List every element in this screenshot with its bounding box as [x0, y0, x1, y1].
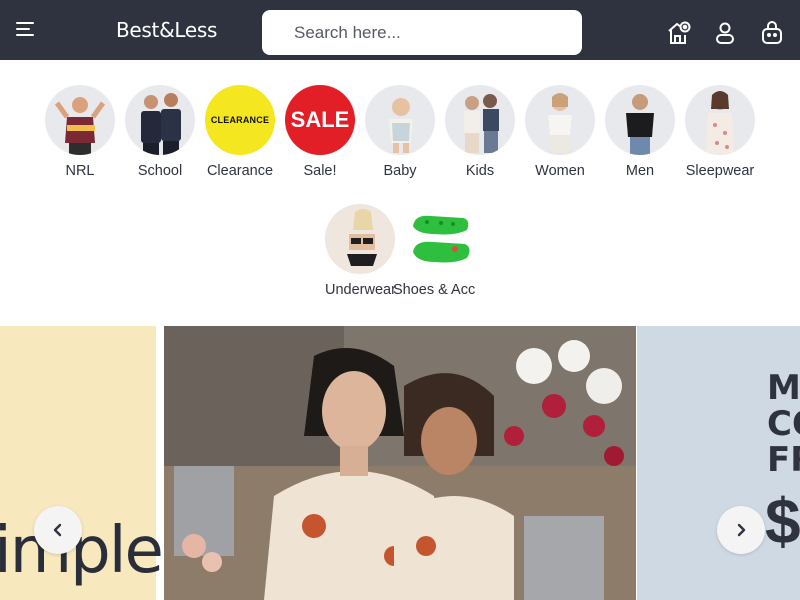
category-sleepwear[interactable]: Sleepwear	[685, 85, 755, 179]
category-label: Underwear	[325, 282, 396, 298]
school-uniform-photo	[125, 85, 195, 155]
category-nrl[interactable]: NRL	[45, 85, 115, 179]
category-sale[interactable]: SALE Sale!	[285, 85, 355, 179]
shopping-bag-icon[interactable]	[759, 20, 785, 46]
category-school[interactable]: School	[125, 85, 195, 179]
category-label: NRL	[65, 163, 95, 179]
category-label: Women	[535, 163, 585, 179]
category-label: Shoes & Acc	[393, 282, 476, 298]
category-men[interactable]: Men	[605, 85, 675, 179]
chevron-right-icon	[737, 523, 746, 537]
category-baby[interactable]: Baby	[365, 85, 435, 179]
hero-right-line-2: CO	[767, 404, 800, 444]
hero-slide-left[interactable]: imple	[0, 326, 164, 600]
hero-slide-main[interactable]	[164, 326, 636, 600]
category-underwear[interactable]: Underwear	[325, 204, 396, 298]
carousel-next-button[interactable]	[717, 506, 765, 554]
kids-photo	[445, 85, 515, 155]
hero-right-line-3: FR	[767, 440, 800, 480]
category-label: Sleepwear	[685, 163, 755, 179]
sale-badge-text: SALE	[290, 107, 350, 132]
menu-icon[interactable]	[14, 20, 42, 42]
category-clearance[interactable]: CLEARANCE Clearance	[205, 85, 275, 179]
women-photo	[525, 85, 595, 155]
chevron-left-icon	[53, 523, 62, 537]
carousel-prev-button[interactable]	[34, 506, 82, 554]
category-label: School	[137, 163, 183, 179]
category-label: Men	[625, 163, 655, 179]
nrl-jersey-kid-photo	[45, 85, 115, 155]
baby-photo	[365, 85, 435, 155]
hero-right-line-1: MA	[767, 368, 800, 408]
account-icon[interactable]	[712, 20, 738, 46]
category-kids[interactable]: Kids	[445, 85, 515, 179]
men-photo	[605, 85, 675, 155]
clearance-badge-text: CLEARANCE	[210, 115, 270, 125]
hero-carousel: imple M C F $	[0, 326, 800, 600]
clearance-badge: CLEARANCE	[205, 85, 275, 155]
search-input[interactable]	[262, 10, 582, 55]
green-clogs-photo	[405, 204, 475, 274]
brand-logo[interactable]: Best&Less	[116, 18, 217, 42]
category-shoes-acc[interactable]: Shoes & Acc	[393, 204, 475, 298]
hero-right-price: $	[765, 485, 800, 557]
sale-badge: SALE	[285, 85, 355, 155]
category-women[interactable]: Women	[525, 85, 595, 179]
hero-photo	[164, 326, 636, 600]
hero-slide-right[interactable]: MA CO FR $	[637, 326, 800, 600]
category-label: Kids	[465, 163, 495, 179]
top-header: Best&Less	[0, 0, 800, 60]
sleepwear-photo	[685, 85, 755, 155]
category-label: Baby	[383, 163, 417, 179]
store-locator-icon[interactable]	[666, 20, 692, 46]
hero-right-text: MA CO FR	[767, 370, 800, 478]
underwear-photo	[325, 204, 395, 274]
category-label: Clearance	[206, 163, 274, 179]
category-label: Sale!	[303, 163, 337, 179]
